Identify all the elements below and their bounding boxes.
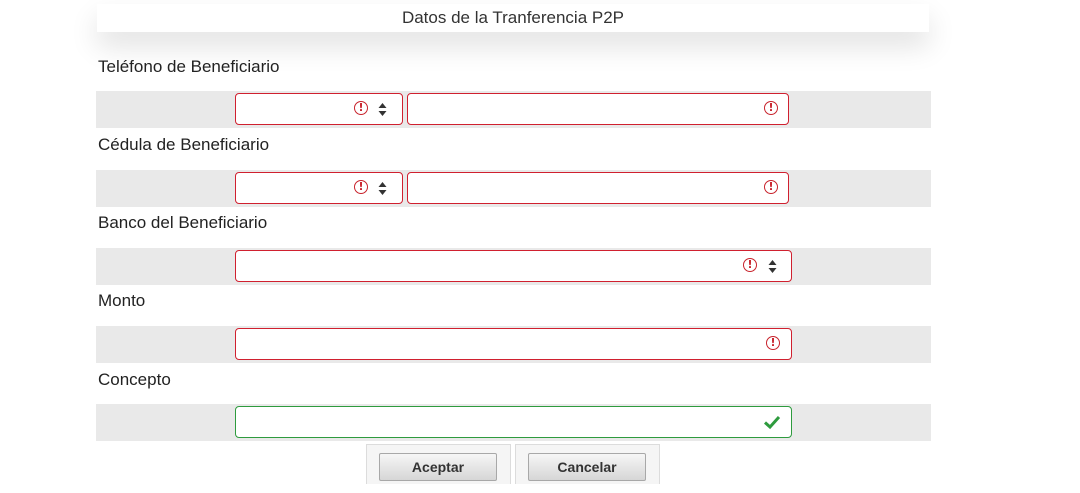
exclamation-circle-icon: !: [766, 336, 780, 350]
cedula-number-field[interactable]: !: [407, 172, 789, 204]
monto-label: Monto: [98, 291, 146, 310]
telefono-number-input[interactable]: [408, 94, 788, 124]
sort-arrows-icon: [378, 103, 387, 116]
cedula-row: ! !: [96, 170, 931, 207]
concepto-field[interactable]: [235, 406, 792, 438]
accept-button-frame: Aceptar: [366, 444, 511, 484]
banco-value[interactable]: [236, 251, 791, 281]
telefono-label: Teléfono de Beneficiario: [98, 57, 280, 76]
banco-label: Banco del Beneficiario: [98, 213, 268, 232]
exclamation-circle-icon: !: [354, 101, 368, 115]
exclamation-circle-icon: !: [764, 180, 778, 194]
cedula-number-input[interactable]: [408, 173, 788, 203]
checkmark-icon: [763, 415, 781, 430]
concepto-input[interactable]: [236, 407, 791, 437]
cedula-label: Cédula de Beneficiario: [98, 135, 270, 154]
accept-button[interactable]: Aceptar: [379, 453, 497, 481]
telefono-row: ! !: [96, 91, 931, 128]
telefono-number-field[interactable]: !: [407, 93, 789, 125]
banco-select[interactable]: !: [235, 250, 792, 282]
form-title: Datos de la Tranferencia P2P: [97, 4, 929, 32]
cancel-button[interactable]: Cancelar: [528, 453, 646, 481]
concepto-label: Concepto: [98, 370, 171, 389]
monto-row: !: [96, 326, 931, 363]
sort-arrows-icon: [768, 260, 777, 273]
exclamation-circle-icon: !: [764, 101, 778, 115]
telefono-prefix-select[interactable]: !: [235, 93, 403, 125]
banco-row: !: [96, 248, 931, 285]
exclamation-circle-icon: !: [354, 180, 368, 194]
cancel-button-frame: Cancelar: [515, 444, 660, 484]
exclamation-circle-icon: !: [743, 258, 757, 272]
monto-input[interactable]: [236, 329, 791, 359]
monto-field[interactable]: !: [235, 328, 792, 360]
sort-arrows-icon: [378, 182, 387, 195]
concepto-row: [96, 404, 931, 441]
cedula-type-select[interactable]: !: [235, 172, 403, 204]
